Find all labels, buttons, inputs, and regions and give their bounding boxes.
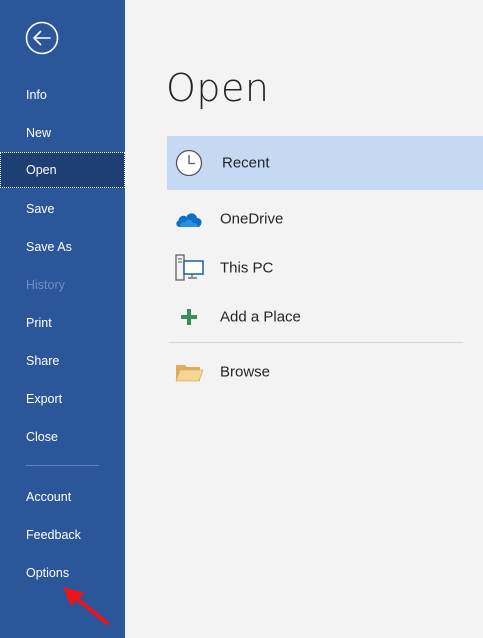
nav-item-open[interactable]: Open — [0, 152, 125, 188]
plus-icon — [181, 309, 197, 325]
nav-item-export[interactable]: Export — [0, 381, 125, 417]
nav-item-print[interactable]: Print — [0, 305, 125, 341]
nav-item-close[interactable]: Close — [0, 419, 125, 455]
page-title: Open — [166, 66, 270, 110]
back-arrow-icon[interactable] — [25, 21, 59, 55]
cloud-icon — [176, 213, 202, 227]
location-label: Browse — [220, 363, 271, 381]
location-onedrive[interactable]: OneDrive — [167, 192, 483, 246]
nav-item-feedback[interactable]: Feedback — [0, 517, 125, 553]
nav-item-account[interactable]: Account — [0, 479, 125, 515]
red-arrow-annotation — [63, 587, 109, 625]
nav-item-history: History — [26, 278, 65, 292]
nav-item-info[interactable]: Info — [0, 77, 125, 113]
clock-icon — [175, 149, 203, 177]
location-label: Add a Place — [220, 308, 301, 326]
folder-icon — [175, 365, 204, 382]
location-label: Recent — [222, 154, 270, 172]
nav-item-new[interactable]: New — [0, 115, 125, 151]
location-label: OneDrive — [220, 210, 284, 228]
nav-item-share[interactable]: Share — [0, 343, 125, 379]
computer-icon — [175, 254, 204, 281]
location-add-a-place[interactable]: Add a Place — [167, 290, 483, 344]
location-label: This PC — [220, 259, 274, 277]
backstage-sidebar: Info New Open Save Save As History Print… — [0, 0, 125, 638]
location-recent[interactable]: Recent — [167, 136, 483, 190]
nav-item-save-as[interactable]: Save As — [0, 229, 125, 265]
locations-divider — [169, 342, 463, 343]
sidebar-divider — [26, 465, 99, 466]
nav-item-save[interactable]: Save — [0, 191, 125, 227]
location-this-pc[interactable]: This PC — [167, 241, 483, 295]
location-browse[interactable]: Browse — [167, 345, 483, 399]
open-pane: Open Recent OneDrive This PC Add a Place — [125, 0, 483, 638]
